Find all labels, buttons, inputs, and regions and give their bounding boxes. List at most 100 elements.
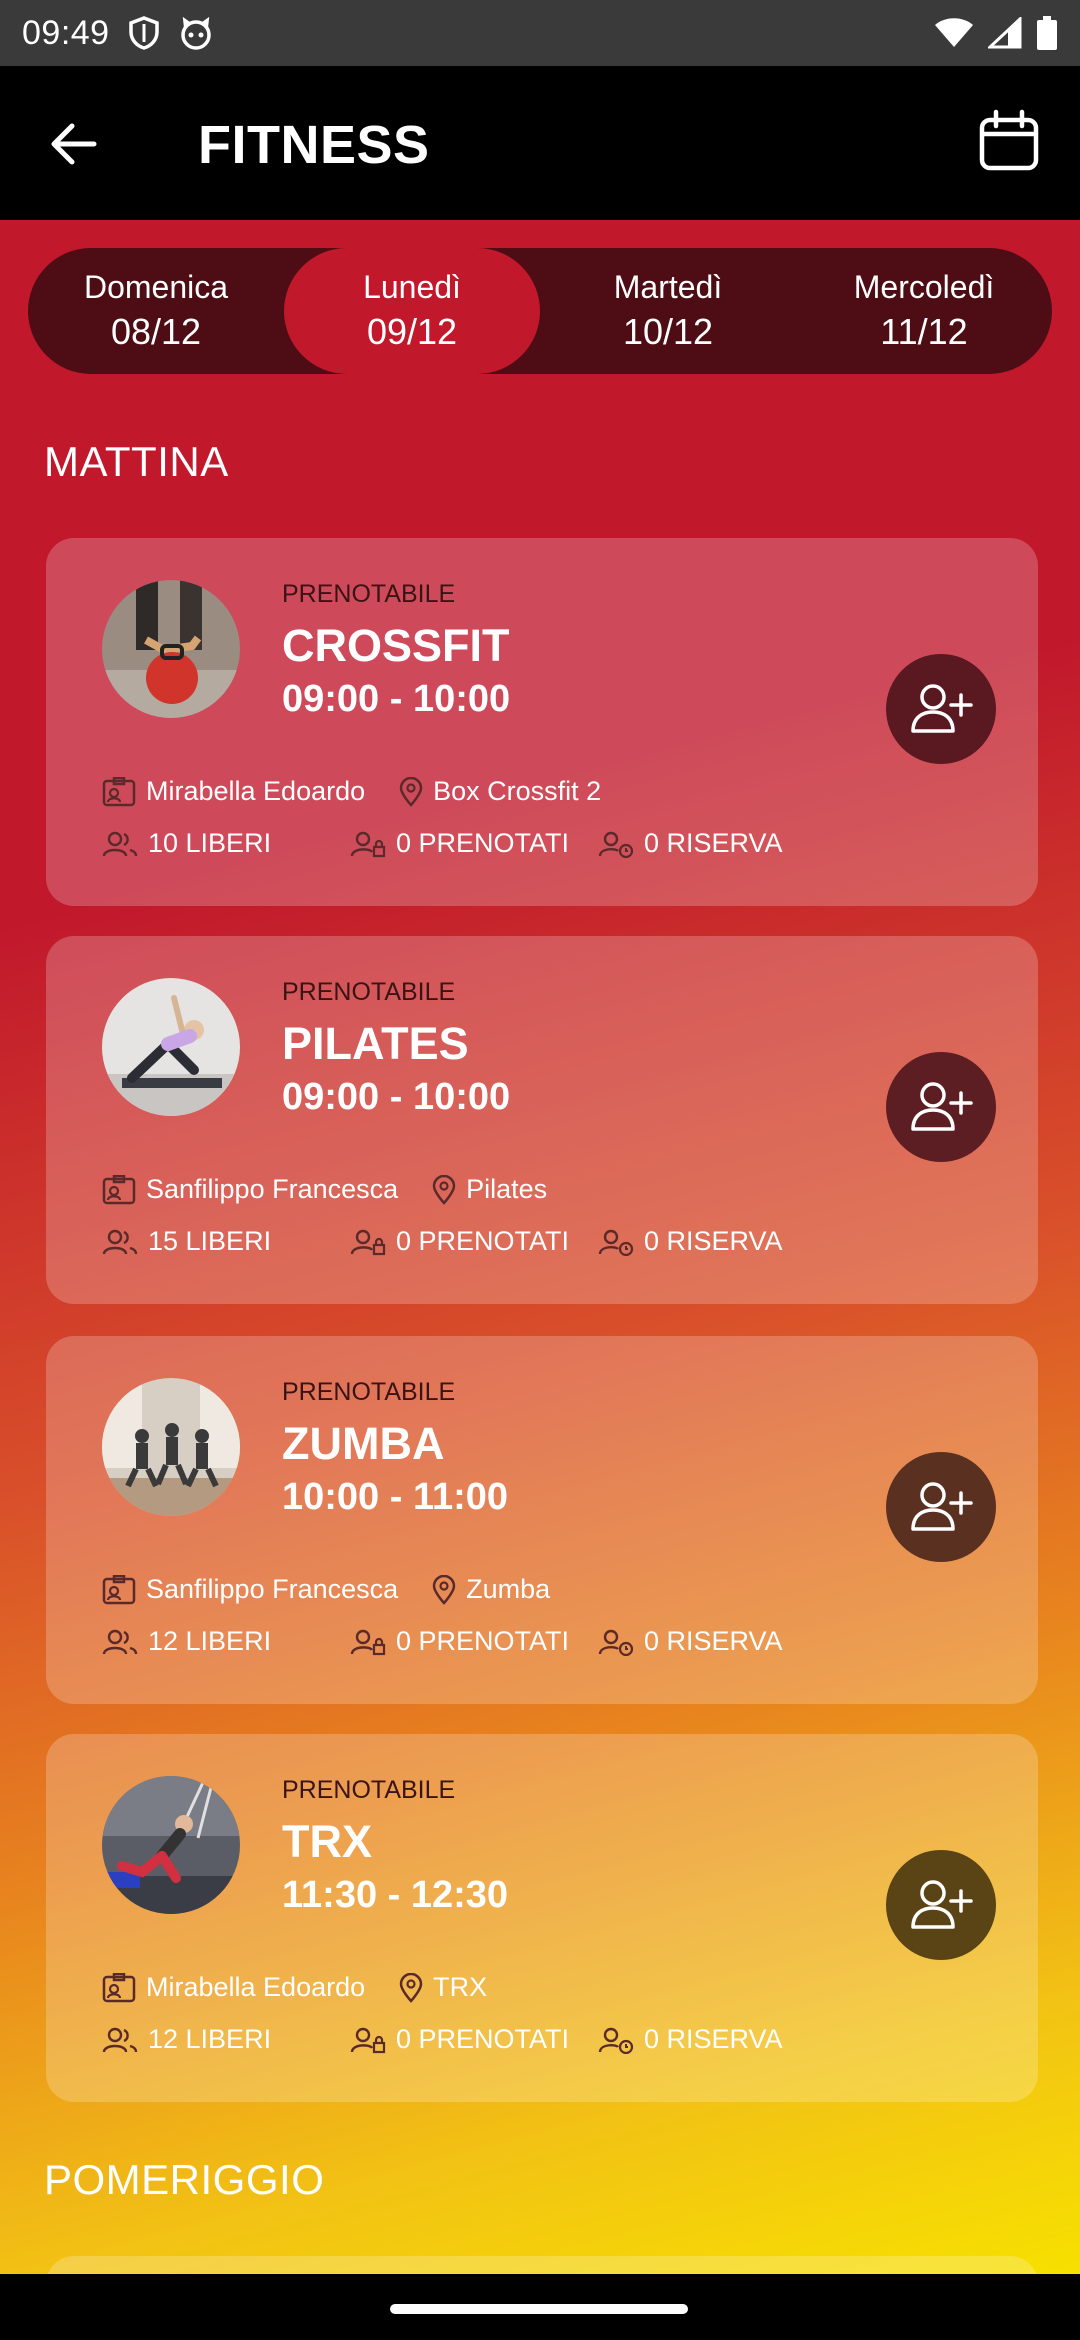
battery-icon: [1036, 16, 1058, 50]
user-lock-icon: [350, 2027, 386, 2053]
home-gesture-handle[interactable]: [390, 2304, 688, 2314]
app-bar: FITNESS: [0, 66, 1080, 220]
back-button[interactable]: [46, 116, 102, 172]
booked-count: 0 PRENOTATI: [350, 1626, 598, 1657]
user-add-icon: [911, 684, 973, 733]
class-image: [102, 1378, 240, 1516]
reserve-count-value: 0 RISERVA: [644, 1626, 783, 1656]
reserve-count: 0 RISERVA: [598, 1226, 783, 1257]
location-name: TRX: [433, 1972, 488, 2002]
badge-icon: [102, 1972, 136, 2002]
booked-count: 0 PRENOTATI: [350, 828, 598, 859]
class-availability: 10 LIBERI 0 PRENOTATI 0 RISERVA: [102, 828, 783, 859]
status-bar: 09:49: [0, 0, 1080, 66]
booked-count: 0 PRENOTATI: [350, 2024, 598, 2055]
badge-icon: [102, 1574, 136, 1604]
free-spots: 12 LIBERI: [102, 2024, 350, 2055]
reserve-count: 0 RISERVA: [598, 828, 783, 859]
user-clock-icon: [598, 831, 634, 858]
book-button[interactable]: [886, 654, 996, 764]
day-tab-tuesday[interactable]: Martedì 10/12: [540, 248, 796, 374]
schedule-content: Domenica 08/12 Lunedì 09/12 Martedì 10/1…: [0, 220, 1080, 2274]
shield-icon: [128, 16, 160, 50]
instructor: Mirabella Edoardo: [102, 1972, 365, 2003]
class-time: 10:00 - 11:00: [282, 1476, 509, 1518]
book-button[interactable]: [886, 1850, 996, 1960]
class-status: PRENOTABILE: [282, 1776, 456, 1804]
users-icon: [102, 831, 138, 856]
day-date: 09/12: [366, 311, 458, 352]
class-status: PRENOTABILE: [282, 978, 456, 1006]
reserve-count-value: 0 RISERVA: [644, 828, 783, 858]
day-tab-wednesday[interactable]: Mercoledì 11/12: [796, 248, 1052, 374]
users-icon: [102, 2027, 138, 2052]
location-pin-icon: [432, 1174, 456, 1205]
class-details: Mirabella Edoardo TRX: [102, 1972, 487, 2003]
instructor-name: Sanfilippo Francesca: [146, 1574, 399, 1604]
reserve-count-value: 0 RISERVA: [644, 2024, 783, 2054]
free-spots: 12 LIBERI: [102, 1626, 350, 1657]
day-name: Martedì: [613, 269, 723, 305]
instructor: Sanfilippo Francesca: [102, 1174, 398, 1205]
day-name: Mercoledì: [853, 269, 995, 305]
class-card[interactable]: PRENOTABILE ZUMBA 10:00 - 11:00 Sanfilip…: [46, 1336, 1038, 1704]
booked-count-value: 0 PRENOTATI: [396, 1226, 570, 1256]
class-availability: 15 LIBERI 0 PRENOTATI 0 RISERVA: [102, 1226, 783, 1257]
user-lock-icon: [350, 831, 386, 857]
section-title-morning: MATTINA: [44, 438, 229, 485]
location-name: Box Crossfit 2: [433, 776, 602, 806]
location: Box Crossfit 2: [399, 776, 601, 807]
users-icon: [102, 1229, 138, 1254]
location-pin-icon: [399, 1972, 423, 2003]
screen: 09:49 FITNESS Domenica 08/12 Lunedì 09/1…: [0, 0, 1080, 2340]
book-button[interactable]: [886, 1052, 996, 1162]
class-title: ZUMBA: [282, 1418, 445, 1469]
day-name: Domenica: [83, 269, 229, 305]
instructor: Mirabella Edoardo: [102, 776, 365, 807]
calendar-button[interactable]: [974, 106, 1044, 176]
class-status: PRENOTABILE: [282, 1378, 456, 1406]
status-time: 09:49: [22, 13, 110, 52]
booked-count-value: 0 PRENOTATI: [396, 2024, 570, 2054]
location: TRX: [399, 1972, 487, 2003]
badge-icon: [102, 1174, 136, 1204]
section-title-afternoon: POMERIGGIO: [44, 2156, 325, 2203]
user-clock-icon: [598, 1629, 634, 1656]
free-spots-count: 12 LIBERI: [148, 2024, 272, 2054]
location: Zumba: [432, 1574, 550, 1605]
class-details: Sanfilippo Francesca Pilates: [102, 1174, 547, 1205]
day-date: 08/12: [110, 311, 202, 352]
class-card-partial[interactable]: [46, 2256, 1038, 2274]
wifi-icon: [934, 17, 974, 49]
user-lock-icon: [350, 1629, 386, 1655]
class-title: CROSSFIT: [282, 620, 510, 671]
day-tab-monday[interactable]: Lunedì 09/12: [284, 248, 540, 374]
class-card[interactable]: PRENOTABILE PILATES 09:00 - 10:00 Sanfil…: [46, 936, 1038, 1304]
day-date: 11/12: [880, 311, 968, 352]
class-card[interactable]: PRENOTABILE CROSSFIT 09:00 - 10:00 Mirab…: [46, 538, 1038, 906]
user-lock-icon: [350, 1229, 386, 1255]
location-pin-icon: [432, 1574, 456, 1605]
day-date: 10/12: [622, 311, 714, 352]
book-button[interactable]: [886, 1452, 996, 1562]
booked-count: 0 PRENOTATI: [350, 1226, 598, 1257]
booked-count-value: 0 PRENOTATI: [396, 1626, 570, 1656]
free-spots-count: 10 LIBERI: [148, 828, 272, 858]
reserve-count: 0 RISERVA: [598, 2024, 783, 2055]
class-title: PILATES: [282, 1018, 469, 1069]
class-time: 09:00 - 10:00: [282, 1076, 511, 1118]
class-image: [102, 580, 240, 718]
class-title: TRX: [282, 1816, 372, 1867]
class-card[interactable]: PRENOTABILE TRX 11:30 - 12:30 Mirabella …: [46, 1734, 1038, 2102]
user-add-icon: [911, 1482, 973, 1531]
day-tab-sunday[interactable]: Domenica 08/12: [28, 248, 284, 374]
class-time: 11:30 - 12:30: [282, 1874, 509, 1916]
instructor-name: Mirabella Edoardo: [146, 776, 366, 806]
class-status: PRENOTABILE: [282, 580, 456, 608]
user-add-icon: [911, 1082, 973, 1131]
reserve-count-value: 0 RISERVA: [644, 1226, 783, 1256]
instructor-name: Sanfilippo Francesca: [146, 1174, 399, 1204]
class-image: [102, 978, 240, 1116]
user-clock-icon: [598, 2027, 634, 2054]
user-clock-icon: [598, 1229, 634, 1256]
